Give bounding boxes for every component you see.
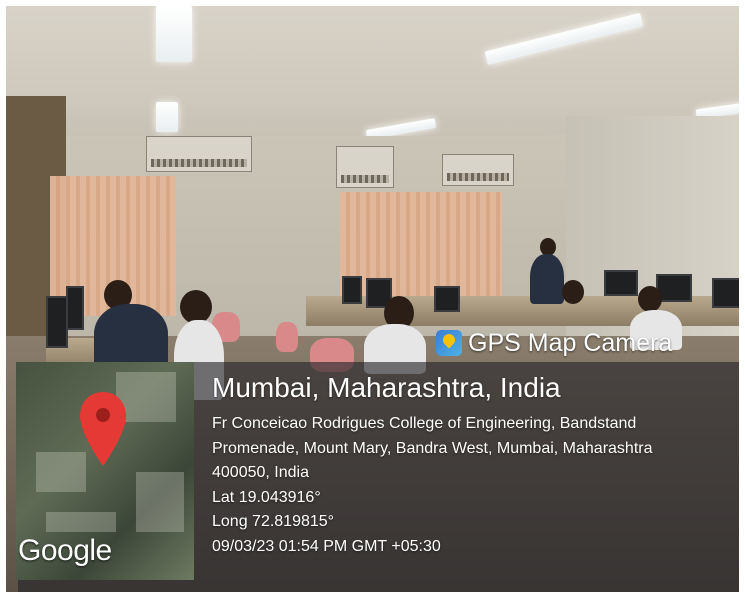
person-head <box>562 280 584 304</box>
air-conditioner <box>146 136 252 172</box>
monitor <box>66 286 84 330</box>
address-line: Fr Conceicao Rodrigues College of Engine… <box>212 415 637 432</box>
datetime: 09/03/23 01:54 PM GMT +05:30 <box>212 537 441 555</box>
longitude: Long 72.819815° <box>212 513 335 530</box>
gps-map-camera-icon <box>436 330 462 356</box>
city-title: Mumbai, Maharashtra, India <box>212 372 561 403</box>
address-line: Promenade, Mount Mary, Bandra West, Mumb… <box>212 439 653 457</box>
address-line: 400050, India <box>212 464 309 481</box>
latitude: Lat 19.043916° <box>212 488 321 506</box>
monitor <box>342 276 362 304</box>
person <box>94 304 168 370</box>
curtain <box>340 192 502 302</box>
location-info: Mumbai, Maharashtra, India Fr Conceicao … <box>212 372 652 559</box>
brand-label: GPS Map Camera <box>436 326 672 360</box>
ceiling-light <box>156 6 192 62</box>
brand-text: GPS Map Camera <box>468 328 673 357</box>
person-head <box>638 286 662 312</box>
monitor <box>712 278 739 308</box>
air-conditioner <box>442 154 514 186</box>
monitor <box>434 286 460 312</box>
map-thumbnail: Google <box>16 362 194 580</box>
ceiling-light <box>156 102 178 132</box>
map-attribution: Google <box>18 534 112 567</box>
map-pin-icon <box>80 392 126 466</box>
chair <box>276 322 298 352</box>
monitor <box>604 270 638 296</box>
monitor <box>46 296 68 348</box>
person-head <box>180 290 212 324</box>
person <box>530 254 564 304</box>
air-conditioner <box>336 146 394 188</box>
